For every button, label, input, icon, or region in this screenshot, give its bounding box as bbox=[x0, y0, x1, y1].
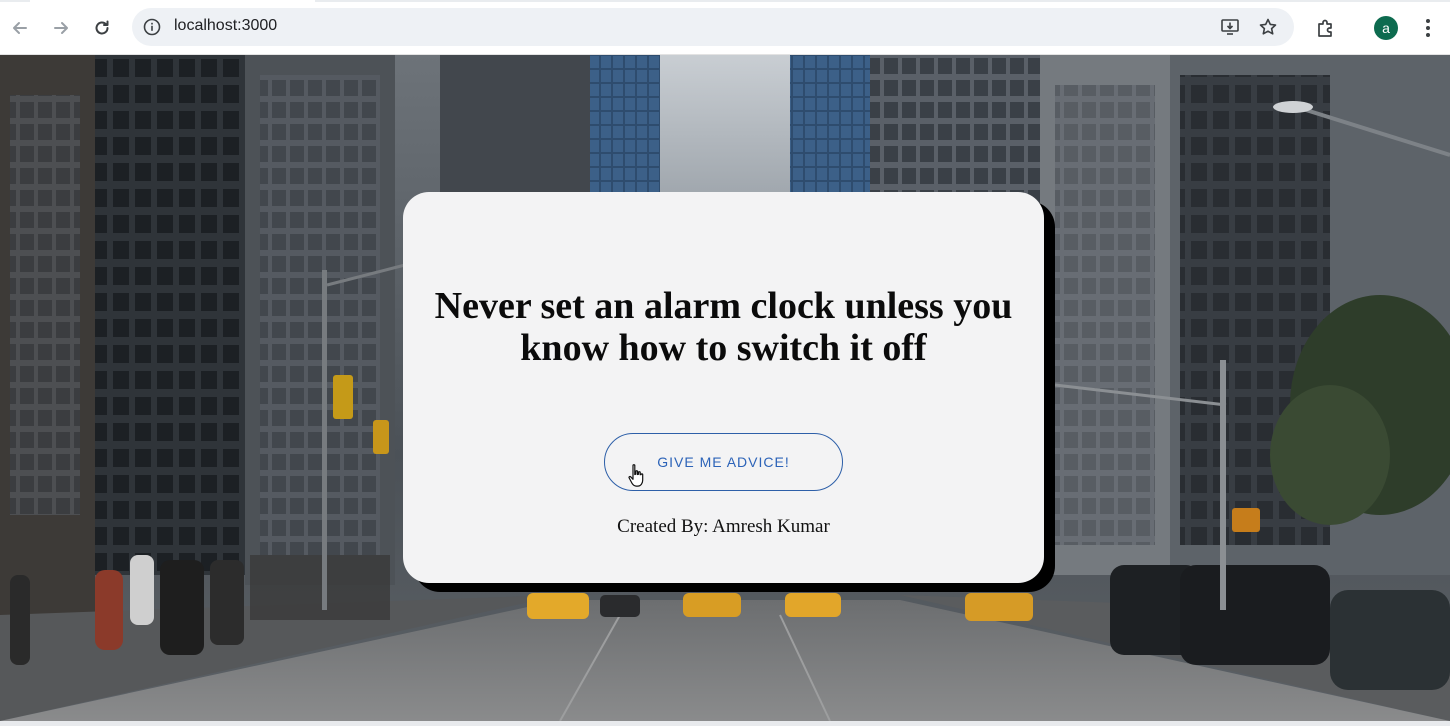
address-bar[interactable]: localhost:3000 bbox=[132, 8, 1294, 46]
puzzle-icon bbox=[1318, 19, 1332, 37]
back-button[interactable] bbox=[4, 12, 36, 44]
hand-pointer-icon bbox=[628, 464, 644, 487]
url-text[interactable]: localhost:3000 bbox=[174, 17, 277, 35]
window-bottom-edge bbox=[0, 721, 1450, 726]
extensions-button[interactable] bbox=[1312, 14, 1340, 42]
arrow-right-icon bbox=[54, 22, 68, 34]
profile-avatar[interactable]: a bbox=[1374, 16, 1398, 40]
author-credit: Created By: Amresh Kumar bbox=[617, 516, 830, 537]
bookmark-button[interactable] bbox=[1256, 15, 1280, 39]
page-viewport: Never set an alarm clock unless you know… bbox=[0, 55, 1450, 721]
arrow-left-icon bbox=[13, 22, 27, 34]
site-info-button[interactable] bbox=[140, 15, 164, 39]
forward-button[interactable] bbox=[45, 12, 77, 44]
advice-card: Never set an alarm clock unless you know… bbox=[403, 192, 1044, 583]
install-app-button[interactable] bbox=[1218, 15, 1242, 39]
advice-quote: Never set an alarm clock unless you know… bbox=[434, 285, 1013, 369]
kebab-menu-icon bbox=[1426, 19, 1430, 37]
info-icon bbox=[143, 18, 161, 36]
browser-toolbar: localhost:3000 a bbox=[0, 0, 1450, 55]
star-icon bbox=[1259, 18, 1277, 35]
reload-button[interactable] bbox=[86, 12, 118, 44]
tab-strip-edge bbox=[0, 0, 1450, 2]
browser-menu-button[interactable] bbox=[1414, 14, 1442, 42]
reload-icon bbox=[95, 20, 109, 35]
install-app-icon bbox=[1221, 19, 1239, 35]
